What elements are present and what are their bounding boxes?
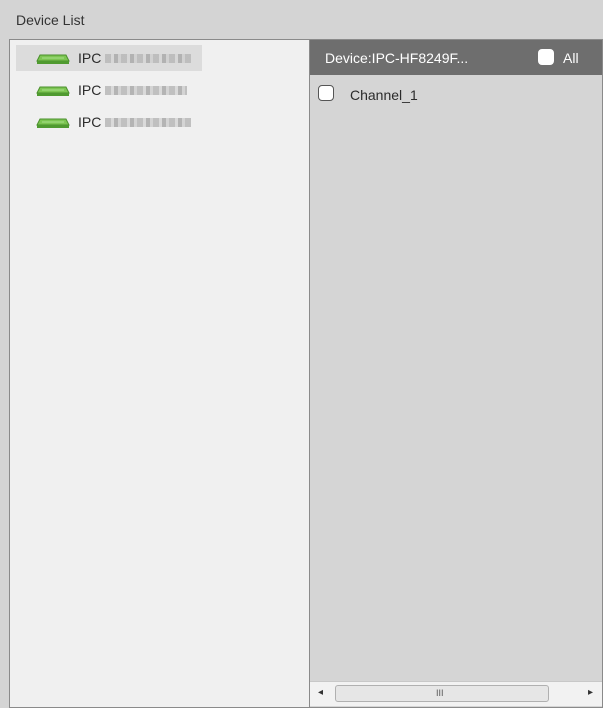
channel-checkbox[interactable] bbox=[318, 85, 334, 101]
network-device-icon bbox=[36, 54, 70, 64]
redacted-device-id bbox=[105, 53, 192, 63]
device-list-panel: Device List IPC IPC IPC Device:IPC-HF824… bbox=[0, 0, 603, 708]
redacted-device-id bbox=[105, 117, 192, 127]
panel-header: Device List bbox=[0, 0, 603, 38]
network-device-icon bbox=[36, 86, 70, 96]
device-item[interactable]: IPC bbox=[16, 77, 202, 103]
panel-title: Device List bbox=[16, 12, 85, 28]
select-all-checkbox[interactable] bbox=[538, 49, 554, 65]
device-item[interactable]: IPC bbox=[16, 45, 202, 71]
select-all-label: All bbox=[563, 50, 579, 66]
channel-label: Channel_1 bbox=[350, 87, 418, 103]
device-title: Device:IPC-HF8249F... bbox=[325, 50, 469, 66]
list-frame: IPC IPC IPC Device:IPC-HF8249F... All Ch… bbox=[9, 39, 603, 708]
device-item[interactable]: IPC bbox=[16, 109, 202, 135]
device-name: IPC bbox=[78, 114, 102, 130]
network-device-icon bbox=[36, 118, 70, 128]
device-name: IPC bbox=[78, 50, 102, 66]
horizontal-scrollbar[interactable]: ◂ III ▸ bbox=[310, 681, 602, 706]
device-name: IPC bbox=[78, 82, 102, 98]
redacted-device-id bbox=[105, 85, 188, 95]
scroll-right-arrow-icon[interactable]: ▸ bbox=[588, 687, 593, 698]
channel-panel-header: Device:IPC-HF8249F... All bbox=[310, 40, 602, 75]
device-tree: IPC IPC IPC bbox=[10, 40, 310, 707]
scroll-left-arrow-icon[interactable]: ◂ bbox=[318, 687, 323, 698]
scroll-thumb[interactable]: III bbox=[335, 685, 549, 702]
scroll-grip-icon: III bbox=[436, 688, 444, 698]
channel-panel: Device:IPC-HF8249F... All Channel_1 ◂ II… bbox=[310, 40, 602, 707]
